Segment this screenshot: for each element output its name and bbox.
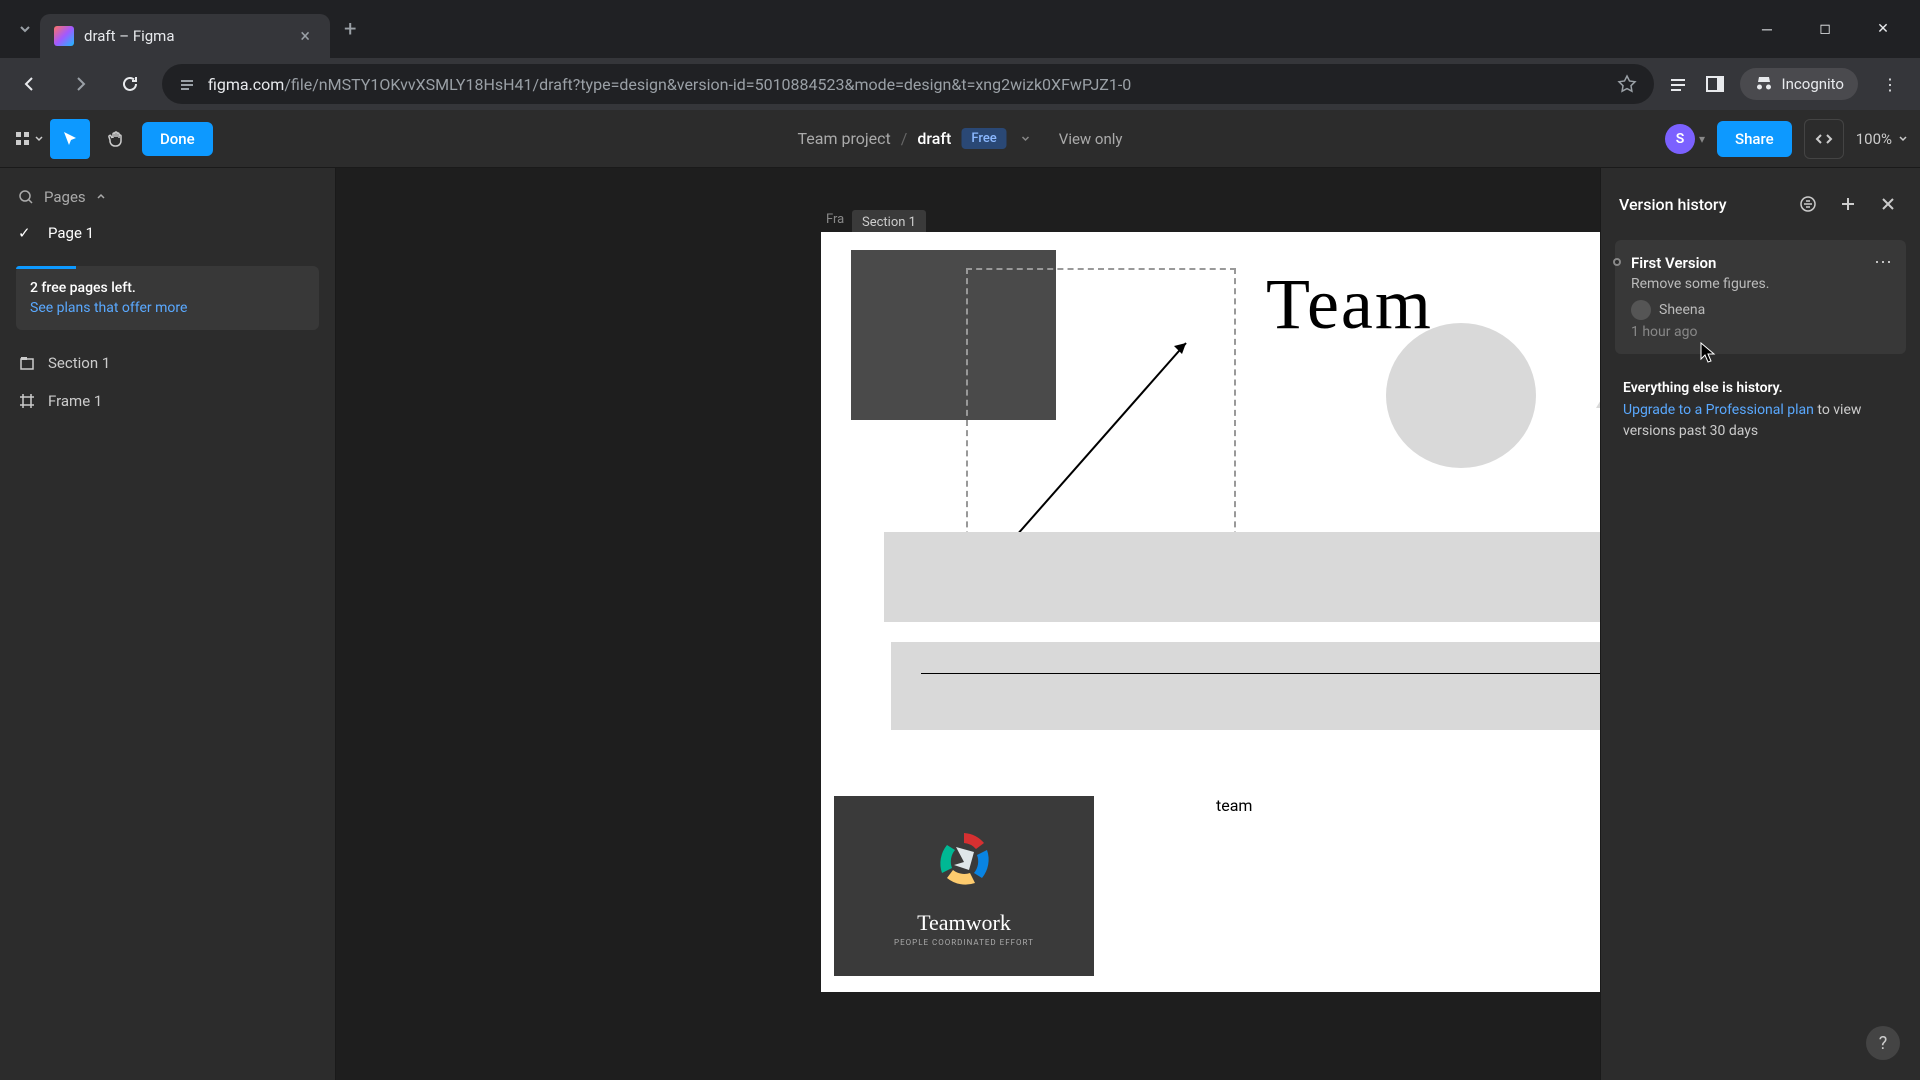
nav-forward-button[interactable] <box>62 66 98 102</box>
left-panel: Pages ✓ Page 1 2 free pages left. See pl… <box>0 168 336 1080</box>
browser-tab[interactable]: draft – Figma × <box>40 14 330 58</box>
file-menu-chevron[interactable] <box>1017 134 1035 144</box>
main-menu-button[interactable] <box>12 119 44 159</box>
zoom-control[interactable]: 100% <box>1856 130 1908 148</box>
teamwork-logo-image[interactable]: Teamwork PEOPLE COORDINATED EFFORT <box>834 796 1094 976</box>
media-control-icon[interactable] <box>1668 73 1690 95</box>
hand-tool[interactable] <box>96 119 136 159</box>
version-name: First Version <box>1631 254 1890 272</box>
browser-menu-icon[interactable]: ⋮ <box>1872 66 1908 102</box>
file-name[interactable]: draft <box>917 129 951 148</box>
logo-graphic <box>927 825 1002 900</box>
version-menu-icon[interactable]: ⋯ <box>1874 252 1894 273</box>
window-close[interactable]: ✕ <box>1858 9 1908 49</box>
layer-frame[interactable]: Frame 1 <box>0 382 335 420</box>
page-item[interactable]: ✓ Page 1 <box>0 214 335 252</box>
section-icon <box>18 354 36 372</box>
share-button[interactable]: Share <box>1717 121 1792 157</box>
ellipse-shape[interactable] <box>1386 323 1536 468</box>
check-icon: ✓ <box>18 224 36 242</box>
search-icon <box>18 189 34 205</box>
tab-title: draft – Figma <box>84 27 284 45</box>
figma-toolbar: Done Team project / draft Free View only… <box>0 110 1920 168</box>
site-info-icon[interactable] <box>178 75 196 93</box>
breadcrumb: Team project / draft Free View only <box>797 128 1122 149</box>
author-avatar <box>1631 300 1651 320</box>
layer-section[interactable]: Section 1 <box>0 344 335 382</box>
banner-title: 2 free pages left. <box>30 280 305 296</box>
horizontal-line[interactable] <box>921 673 1600 674</box>
tab-close-icon[interactable]: × <box>294 24 316 49</box>
chevron-up-icon <box>96 192 106 202</box>
team-text-label[interactable]: team <box>1216 796 1252 815</box>
close-panel-icon[interactable] <box>1874 190 1902 218</box>
avatar-chevron[interactable]: ▾ <box>1699 132 1705 146</box>
add-version-icon[interactable] <box>1834 190 1862 218</box>
browser-tab-bar: draft – Figma × + ─ ◻ ✕ <box>0 0 1920 58</box>
gray-rectangle-2[interactable] <box>891 642 1600 730</box>
panel-title: Version history <box>1619 195 1782 214</box>
canvas[interactable]: Fra Section 1 Team team <box>336 168 1600 1080</box>
nav-back-button[interactable] <box>12 66 48 102</box>
new-tab-button[interactable]: + <box>330 17 370 42</box>
project-name[interactable]: Team project <box>797 129 890 148</box>
frame-icon <box>18 392 36 410</box>
window-minimize[interactable]: ─ <box>1742 9 1792 49</box>
bookmark-icon[interactable] <box>1616 73 1638 95</box>
version-description: Remove some figures. <box>1631 276 1890 292</box>
move-tool[interactable] <box>50 119 90 159</box>
view-mode-label: View only <box>1059 130 1123 148</box>
arrow-shape[interactable] <box>996 333 1196 558</box>
tab-search-dropdown[interactable] <box>10 14 40 44</box>
figma-favicon <box>54 26 74 46</box>
nav-reload-button[interactable] <box>112 66 148 102</box>
url-bar[interactable]: figma.com/file/nMSTY1OKvvXSMLY18HsH41/dr… <box>162 64 1654 104</box>
version-item[interactable]: ⋯ First Version Remove some figures. She… <box>1615 240 1906 354</box>
user-avatar[interactable]: S <box>1665 124 1695 154</box>
gray-rectangle-1[interactable] <box>884 532 1600 622</box>
window-maximize[interactable]: ◻ <box>1800 9 1850 49</box>
filter-icon[interactable] <box>1794 190 1822 218</box>
frame-label[interactable]: Fra <box>826 212 844 227</box>
version-history-panel: Version history ⋯ First Version Remove s… <box>1600 168 1920 1080</box>
incognito-indicator[interactable]: Incognito <box>1740 68 1858 100</box>
browser-address-bar: figma.com/file/nMSTY1OKvvXSMLY18HsH41/dr… <box>0 58 1920 110</box>
plan-banner: 2 free pages left. See plans that offer … <box>16 266 319 330</box>
dev-mode-button[interactable] <box>1804 119 1844 159</box>
history-upsell: Everything else is history. Upgrade to a… <box>1619 368 1902 454</box>
upgrade-link[interactable]: Upgrade to a Professional plan <box>1623 402 1814 418</box>
url-text: figma.com/file/nMSTY1OKvvXSMLY18HsH41/dr… <box>208 75 1604 94</box>
pages-header[interactable]: Pages <box>0 180 335 214</box>
side-panel-icon[interactable] <box>1704 73 1726 95</box>
version-timestamp: 1 hour ago <box>1631 324 1890 340</box>
banner-link[interactable]: See plans that offer more <box>30 300 305 316</box>
help-button[interactable]: ? <box>1866 1026 1900 1060</box>
done-button[interactable]: Done <box>142 122 213 156</box>
version-dot-icon <box>1613 258 1621 266</box>
plan-badge: Free <box>961 128 1006 149</box>
handwritten-text[interactable]: Team <box>1266 263 1433 346</box>
triangle-shape[interactable] <box>1596 328 1600 408</box>
version-author: Sheena <box>1631 300 1890 320</box>
